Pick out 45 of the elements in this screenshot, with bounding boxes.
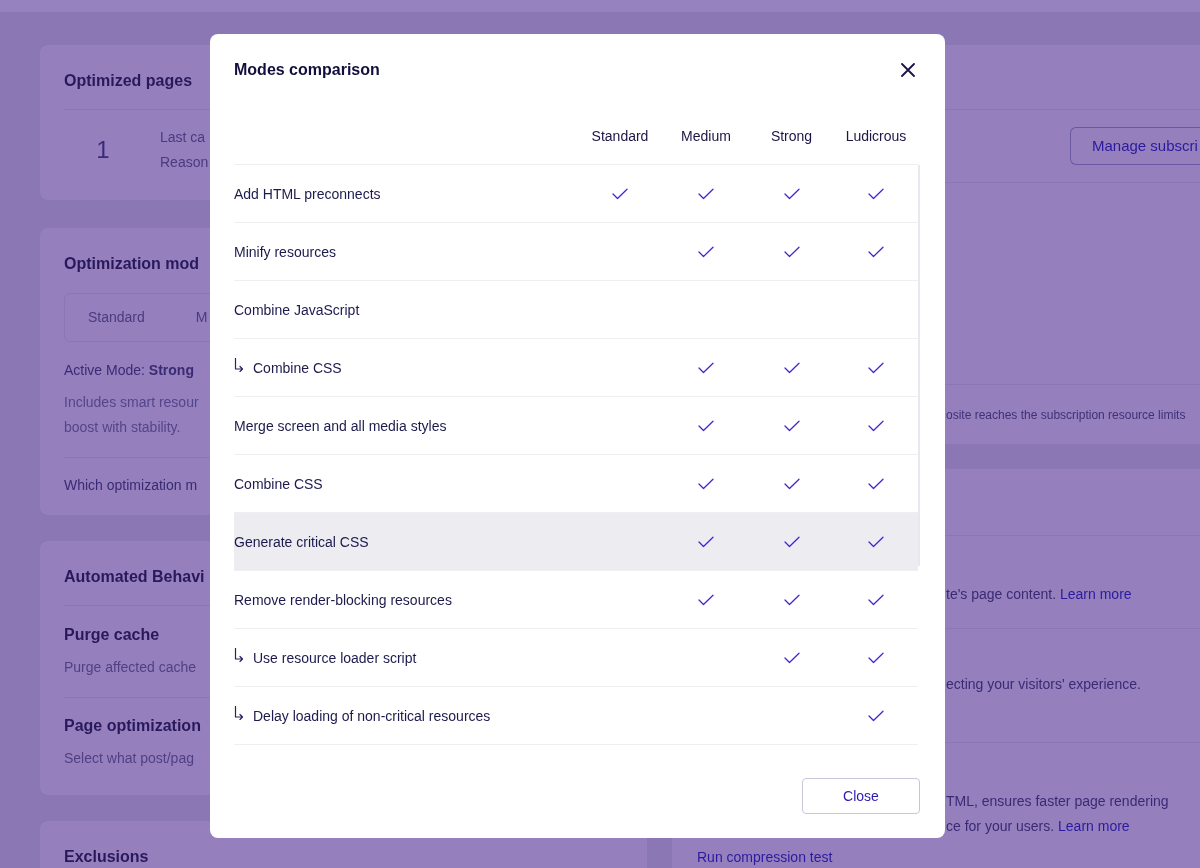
description-text: ecting your visitors' experience. (946, 675, 1141, 694)
column-header: Standard (591, 127, 649, 146)
mode-tab[interactable]: Standard (65, 294, 173, 341)
note-text: osite reaches the subscription resource limits (946, 406, 1186, 424)
feature-label: Use resource loader script (253, 648, 417, 668)
card-title: Automated Behavi (64, 567, 205, 587)
card-title: Exclusions (64, 847, 149, 867)
feature-label: Minify resources (234, 242, 336, 262)
close-button[interactable] (901, 63, 915, 77)
feature-label: Merge screen and all media styles (234, 416, 447, 436)
feature-label: Combine JavaScript (234, 300, 360, 320)
feature-label: Delay loading of non-critical resources (253, 706, 491, 726)
description-text: te's page content. Learn more (946, 585, 1132, 604)
card-title: Optimization mod (64, 254, 200, 274)
column-header: Medium (681, 127, 731, 146)
close-icon (901, 63, 915, 77)
mode-tab[interactable]: M (172, 294, 208, 341)
description-text: TML, ensures faster page rendering ce for your users. Learn more (946, 792, 1169, 836)
description-text: Includes smart resour boost with stability. (64, 393, 199, 437)
feature-label: Combine CSS (234, 474, 323, 494)
card-title: Optimized pages (64, 71, 193, 91)
feature-label: Combine CSS (253, 358, 342, 378)
dialog-title: Modes comparison (234, 60, 380, 80)
feature-label: Generate critical CSS (234, 532, 369, 552)
info-text: Reason (160, 153, 209, 172)
active-mode-text: Active Mode: Strong (64, 361, 194, 380)
setting-description: Select what post/pag (64, 749, 194, 768)
question-text: Which optimization m (64, 476, 198, 495)
setting-title: Purge cache (64, 625, 160, 645)
feature-label: Add HTML preconnects (234, 184, 381, 204)
compression-test-link[interactable]: Run compression test (697, 847, 833, 867)
feature-label: Remove render-blocking resources (234, 590, 452, 610)
setting-title: Page optimization (64, 716, 201, 736)
column-header: Strong (770, 127, 813, 146)
corner-arrow-icon (234, 647, 244, 662)
column-header: Ludicrous (845, 127, 907, 146)
corner-arrow-icon (234, 357, 244, 372)
info-text: Last ca (160, 128, 206, 147)
learn-more-link[interactable]: Learn more (1060, 586, 1132, 602)
setting-description: Purge affected cache (64, 658, 197, 677)
corner-arrow-icon (234, 705, 244, 720)
close-dialog-button[interactable]: Close (802, 778, 920, 814)
manage-subscription-button[interactable]: Manage subscri (1070, 127, 1200, 165)
count-value: 1 (95, 135, 111, 165)
learn-more-link[interactable]: Learn more (1058, 818, 1130, 834)
